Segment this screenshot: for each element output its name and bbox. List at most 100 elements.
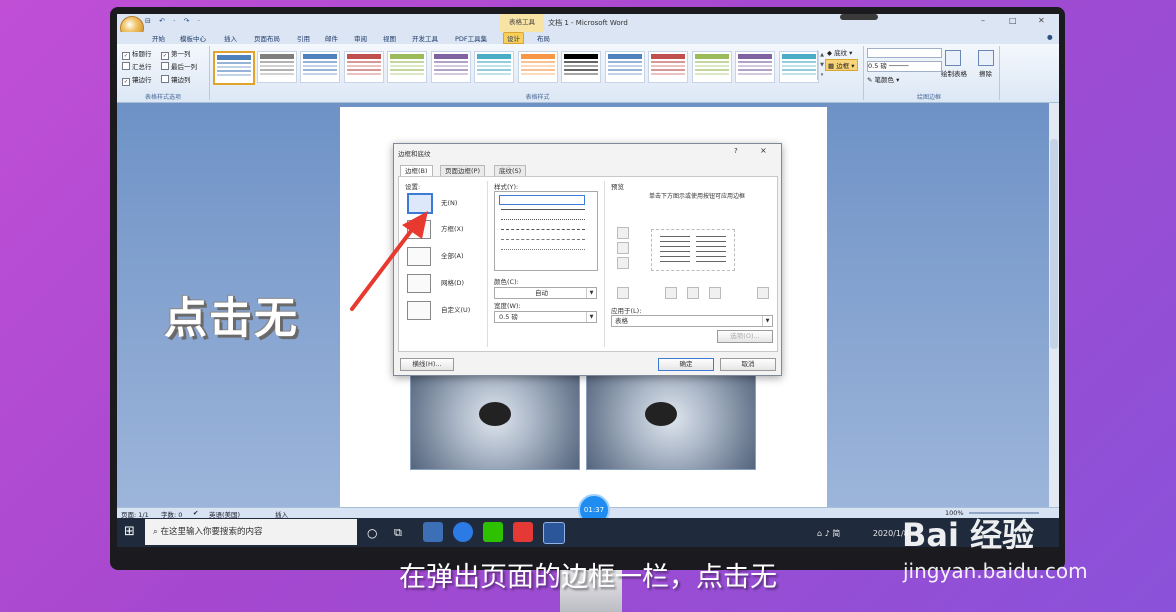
width-select[interactable]: 0.5 磅 ▼: [494, 311, 597, 323]
horizontal-line-button[interactable]: 横线(H)...: [400, 358, 454, 371]
erase-button[interactable]: 擦除: [979, 68, 992, 78]
checkbox-header-row[interactable]: ✓ 标题行: [122, 48, 152, 60]
table-style-thumb[interactable]: [517, 51, 558, 83]
close-icon[interactable]: ✕: [1038, 16, 1045, 25]
paint-bucket-icon: ◆: [827, 49, 832, 57]
table-style-thumb[interactable]: [387, 51, 427, 83]
table-style-thumb[interactable]: [691, 51, 732, 83]
tab-insert[interactable]: 插入: [224, 33, 237, 43]
pen-style-select[interactable]: [867, 48, 942, 58]
wechat-icon[interactable]: [483, 522, 503, 542]
border-right-button[interactable]: [709, 287, 721, 299]
border-button[interactable]: ▦ 边框 ▾: [825, 59, 858, 71]
pen-color-button[interactable]: ✎ 笔颜色 ▾: [867, 74, 899, 84]
group-label-style-options: 表格样式选项: [144, 94, 181, 101]
cortana-icon[interactable]: ○: [367, 526, 377, 540]
checkbox-total-row[interactable]: 汇总行: [122, 61, 152, 71]
draw-table-icon: [945, 50, 961, 66]
tab-pdf-tools[interactable]: PDF工具集: [455, 33, 487, 43]
table-style-thumb[interactable]: [256, 51, 297, 83]
help-icon[interactable]: ●: [1047, 33, 1053, 41]
border-top-button[interactable]: [617, 227, 629, 239]
check-icon: ✓: [122, 78, 130, 86]
tab-design[interactable]: 设计: [503, 32, 524, 44]
setting-label: 设置:: [405, 183, 421, 191]
tab-layout[interactable]: 布局: [537, 33, 550, 43]
tab-review[interactable]: 审阅: [354, 33, 367, 43]
table-style-thumb[interactable]: [430, 51, 471, 83]
ribbon: ✓ 标题行 ✓ 第一列 汇总行 最后一列 ✓ 镶边行 镶边列 表格样式选项 ▲ ▼ ▾ 表…: [117, 44, 1059, 103]
check-icon: ✓: [122, 52, 130, 60]
table-style-thumb[interactable]: [300, 51, 340, 83]
eraser-icon: [978, 50, 994, 66]
check-icon: ✓: [161, 52, 169, 60]
checkbox-last-column[interactable]: 最后一列: [161, 61, 197, 71]
table-style-thumb[interactable]: [213, 51, 255, 85]
table-style-thumb[interactable]: [474, 51, 514, 83]
table-style-thumb[interactable]: [343, 51, 384, 83]
checkbox-banded-rows[interactable]: ✓ 镶边行: [122, 74, 152, 86]
checkbox-first-column[interactable]: ✓ 第一列: [161, 48, 191, 60]
group-label-draw-borders: 绘图边框: [916, 94, 941, 101]
maximize-icon[interactable]: □: [1009, 16, 1017, 25]
line-style-list[interactable]: [494, 191, 598, 271]
taskbar-search-input[interactable]: ⌕ 在这里输入你要搜索的内容: [145, 519, 357, 545]
scrollbar-thumb[interactable]: [1050, 139, 1058, 349]
volume-icon[interactable]: ♪: [825, 529, 830, 538]
red-arrow-annotation: [350, 211, 428, 311]
tab-view[interactable]: 视图: [383, 33, 396, 43]
table-style-thumb[interactable]: [735, 51, 775, 83]
ok-button[interactable]: 确定: [658, 358, 714, 371]
title-bar: 文档 1 - Microsoft Word ⊟ ↶ · ↷ · 表格工具 – □…: [117, 14, 1059, 32]
wps-icon[interactable]: [513, 522, 533, 542]
borders-panel: 设置: 无(N) 方框(X) 全部(A) 网格(D) 自定义(U) 样式(Y):: [398, 176, 778, 352]
cancel-button[interactable]: 取消: [720, 358, 776, 371]
tab-references[interactable]: 引用: [297, 33, 310, 43]
diagonal-down-button[interactable]: [617, 287, 629, 299]
dog-photo-right: [586, 375, 756, 470]
system-tray: ⌂ ♪ 简 2020/1/8: [817, 528, 909, 539]
preview-hint: 单击下方图示或使用按钮可应用边框: [648, 193, 745, 200]
tab-mailings[interactable]: 邮件: [325, 33, 338, 43]
dialog-close-button[interactable]: ×: [760, 146, 767, 155]
color-select[interactable]: 自动 ▼: [494, 287, 597, 299]
table-style-thumb[interactable]: [604, 51, 645, 83]
border-middle-h-button[interactable]: [617, 242, 629, 254]
checkbox-banded-columns[interactable]: 镶边列: [161, 74, 191, 84]
pen-weight-select[interactable]: 0.5 磅 ─────: [867, 61, 942, 72]
baidu-watermark: Bai 经验: [902, 516, 1035, 554]
quick-access-toolbar[interactable]: ⊟ ↶ · ↷ ·: [145, 17, 203, 25]
task-view-icon[interactable]: ⧉: [394, 526, 402, 540]
search-icon: ⌕: [153, 527, 158, 537]
setting-custom-label: 自定义(U): [441, 306, 471, 314]
border-middle-v-button[interactable]: [687, 287, 699, 299]
app-icon-1[interactable]: [423, 522, 443, 542]
proofing-icon[interactable]: ✔: [193, 509, 198, 517]
help-button[interactable]: ?: [734, 147, 738, 155]
word-icon[interactable]: [543, 522, 565, 544]
ime-indicator[interactable]: 简: [832, 529, 840, 538]
browser-icon[interactable]: [453, 522, 473, 542]
tab-home[interactable]: 开始: [152, 33, 165, 43]
table-style-thumb[interactable]: [778, 51, 819, 83]
network-icon[interactable]: ⌂: [817, 529, 822, 538]
shading-button[interactable]: ◆ 底纹 ▾: [827, 47, 852, 57]
options-button[interactable]: 选项(O)...: [717, 330, 773, 343]
minimize-icon[interactable]: –: [981, 16, 985, 25]
diagonal-up-button[interactable]: [757, 287, 769, 299]
windows-start-icon[interactable]: ⊞: [124, 524, 135, 539]
tab-template-center[interactable]: 模板中心: [180, 33, 206, 43]
border-bottom-button[interactable]: [617, 257, 629, 269]
tab-page-layout[interactable]: 页面布局: [254, 33, 280, 43]
webcam: [840, 14, 878, 20]
table-style-thumb[interactable]: [561, 51, 601, 83]
tab-developer[interactable]: 开发工具: [412, 33, 438, 43]
preview-table[interactable]: [651, 229, 735, 271]
apply-to-select[interactable]: 表格 ▼: [611, 315, 773, 327]
border-left-button[interactable]: [665, 287, 677, 299]
overlay-caption: 点击无: [164, 294, 299, 344]
draw-table-button[interactable]: 绘制表格: [941, 68, 967, 78]
window-title: 文档 1 - Microsoft Word: [548, 19, 628, 27]
setting-box-label: 方框(X): [441, 225, 464, 233]
table-style-thumb[interactable]: [648, 51, 688, 83]
